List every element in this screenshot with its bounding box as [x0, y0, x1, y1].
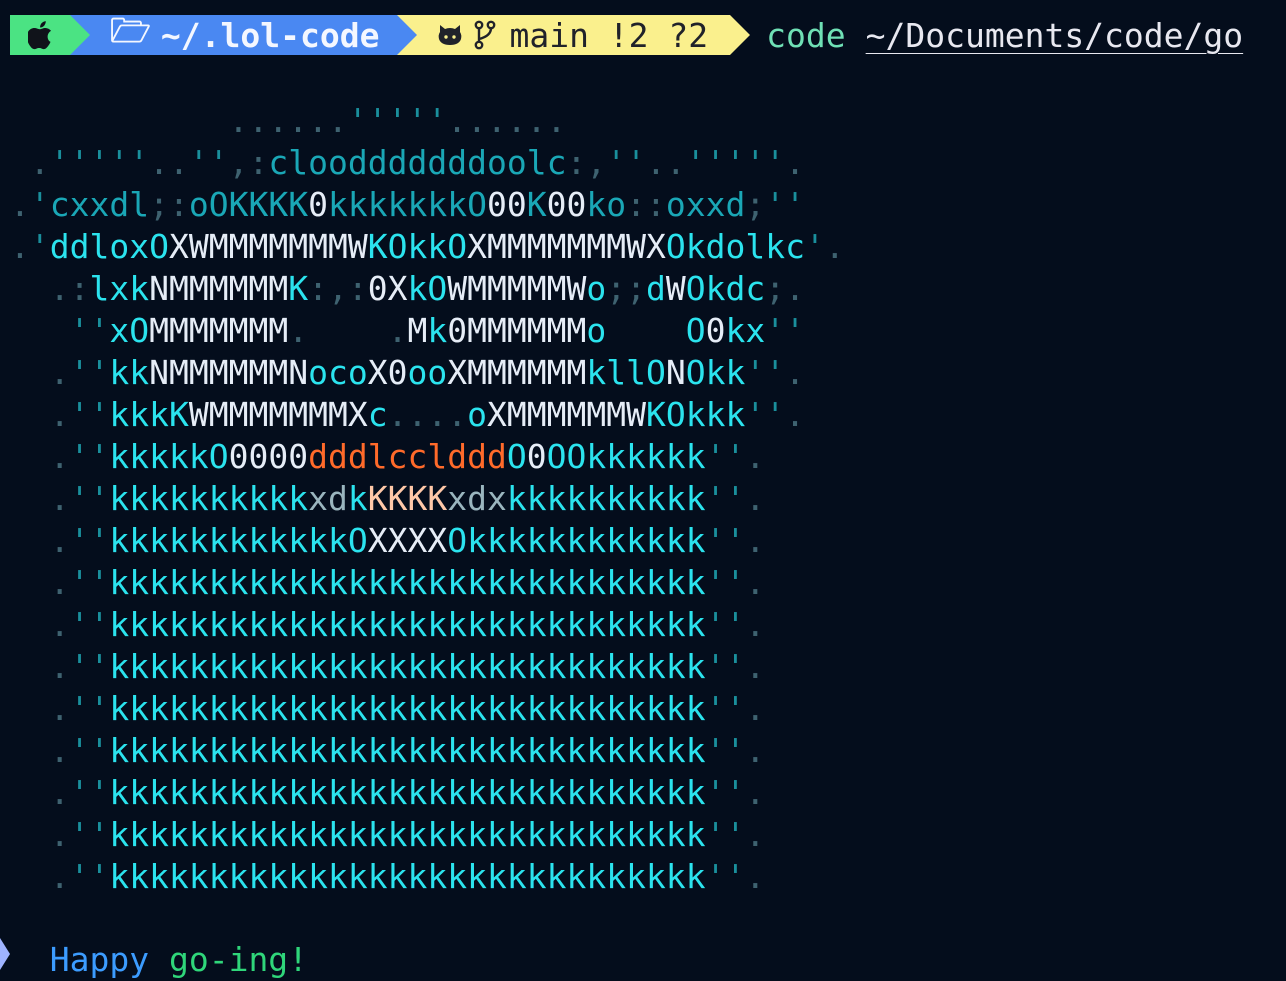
art-line: .''kkkkkkkkkkkkkkkkkkkkkkkkkkkkkk''. [49, 773, 766, 812]
greeting-message: Happy go-ing! [10, 897, 308, 981]
art-line: .''kkkkkO0000dddlccldddO0OOkkkkkk''. [49, 437, 766, 476]
git-branch-icon [475, 20, 496, 50]
command-argument-path[interactable]: ~/Documents/code/go [866, 16, 1244, 55]
art-line: .''kkkkkkkkkkkkkkkkkkkkkkkkkkkkkk''. [49, 731, 766, 770]
art-line: .:lxkNMMMMMMK:,:0XkOWMMMMMWo;;dWOkdc;. [49, 269, 805, 308]
art-line: .''kkkkkkkkkkkkkkkkkkkkkkkkkkkkkk''. [49, 647, 766, 686]
input-cursor-icon [0, 938, 10, 970]
art-line: ''xOMMMMMMM. .Mk0MMMMMMo O0kx'' [69, 311, 805, 350]
art-line: ......'''''...... [228, 101, 567, 140]
current-directory: ~/.lol-code [160, 15, 380, 55]
art-line: .''kkkKWMMMMMMMXc....oXMMMMMMWKOkkk''. [49, 395, 805, 434]
art-line: .''kkNMMMMMMNocoX0ooXMMMMMMkllONOkk''. [49, 353, 805, 392]
git-segment: main !2 ?2 [397, 15, 751, 55]
art-line: .'''''..'',:cloodddddddoolc:,''..'''''. [29, 143, 805, 182]
github-icon [439, 25, 462, 45]
apple-logo-icon [28, 21, 52, 50]
art-line: .''kkkkkkkkkkkkOXXXXOkkkkkkkkkkkk''. [49, 521, 766, 560]
os-segment [10, 15, 90, 55]
art-line: .''kkkkkkkkkkkkkkkkkkkkkkkkkkkkkk''. [49, 563, 766, 602]
folder-open-icon: 🗁 [110, 11, 151, 50]
directory-segment: 🗁 ~/.lol-code [70, 11, 418, 55]
art-line: .''kkkkkkkkkkkkkkkkkkkkkkkkkkkkkk''. [49, 857, 766, 896]
command-text: code [766, 15, 846, 55]
art-line: .'ddloxOXWMMMMMMMWKOkkOXMMMMMMMWXOkdolkc… [10, 227, 845, 266]
art-line: .''kkkkkkkkkkkkkkkkkkkkkkkkkkkkkk''. [49, 605, 766, 644]
git-status: main !2 ?2 [509, 15, 709, 55]
greeting-word-1: Happy [49, 940, 150, 979]
greeting-word-2: go-ing! [168, 940, 309, 979]
gopher-ascii-art: ......'''''...... .'''''..'',:cloodddddd… [10, 100, 845, 898]
art-line: .'cxxdl;:oOKKKK0kkkkkkkO00K00ko::oxxd;'' [10, 185, 805, 224]
art-line: .''kkkkkkkkkkkkkkkkkkkkkkkkkkkkkk''. [49, 689, 766, 728]
art-line: .''kkkkkkkkkkxdkKKKKxdxkkkkkkkkkk''. [49, 479, 766, 518]
art-line: .''kkkkkkkkkkkkkkkkkkkkkkkkkkkkkk''. [49, 815, 766, 854]
shell-prompt: 🗁 ~/.lol-code main !2 ?2 code ~/Documents… [10, 11, 1244, 55]
